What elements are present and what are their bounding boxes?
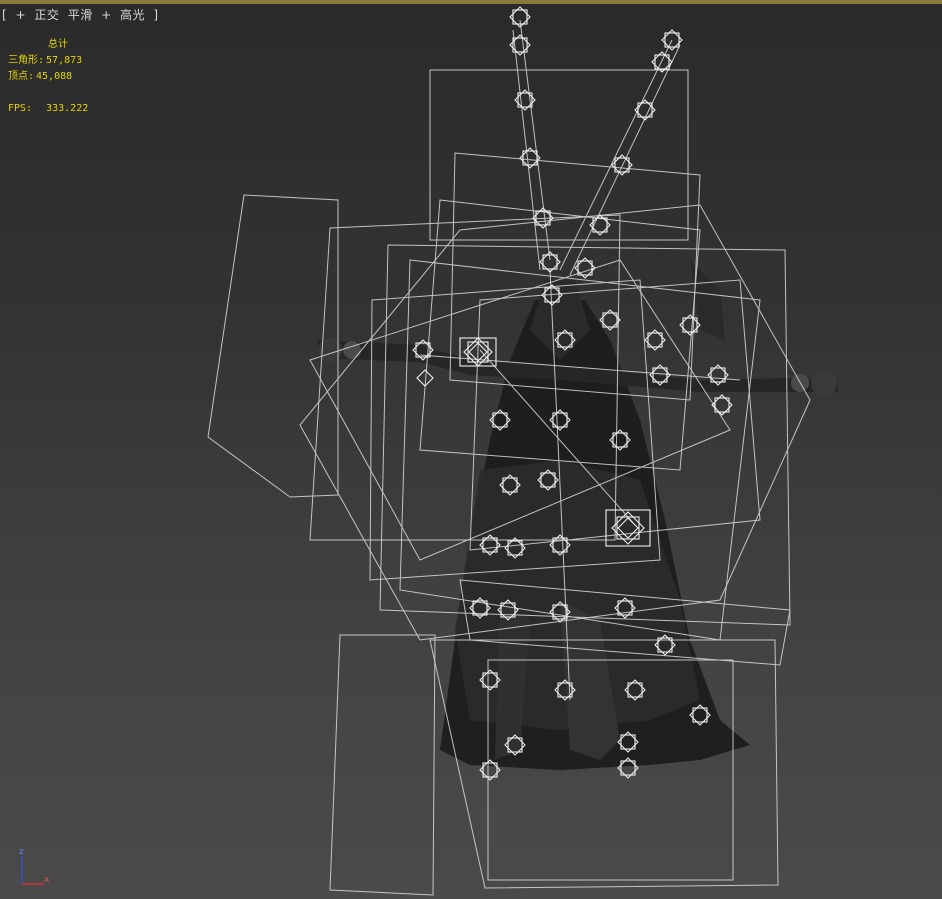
z-axis-label: z [19,847,24,857]
stats-triangles-row: 三角形: 57,873 [8,53,88,69]
viewport-menu-plus[interactable]: + [16,8,27,22]
triangles-label: 三角形: [8,55,45,66]
viewport-highlight-plus[interactable]: + [101,8,112,22]
stats-fps-row: FPS: 333.222 [8,101,88,117]
triangles-value: 57,873 [46,55,83,66]
statistics-overlay: 总计 三角形: 57,873 顶点: 45,088 FPS: 333.222 [8,37,88,117]
stats-heading: 总计 [48,39,68,50]
vertices-value: 45,088 [36,71,73,82]
viewport-highlight-label[interactable]: 高光 [120,8,145,22]
vertices-label: 顶点: [8,71,35,82]
axis-tripod-icon: z x [19,847,50,885]
fps-value: 333.222 [46,103,89,114]
bracket-close: ] [153,8,159,22]
x-axis-label: x [44,875,50,885]
viewport-label-menu[interactable]: [ + 正交 平滑 + 高光 ] [2,6,163,23]
stats-vertices-row: 顶点: 45,088 [8,69,88,85]
viewport[interactable]: [ + 正交 平滑 + 高光 ] 总计 三角形: 57,873 顶点: 45,0… [0,0,942,899]
viewport-shading-label[interactable]: 平滑 [68,8,93,22]
viewport-view-label[interactable]: 正交 [34,8,59,22]
fps-label: FPS: [8,103,33,114]
scene-canvas[interactable] [0,0,942,899]
bracket-open: [ [2,8,8,22]
